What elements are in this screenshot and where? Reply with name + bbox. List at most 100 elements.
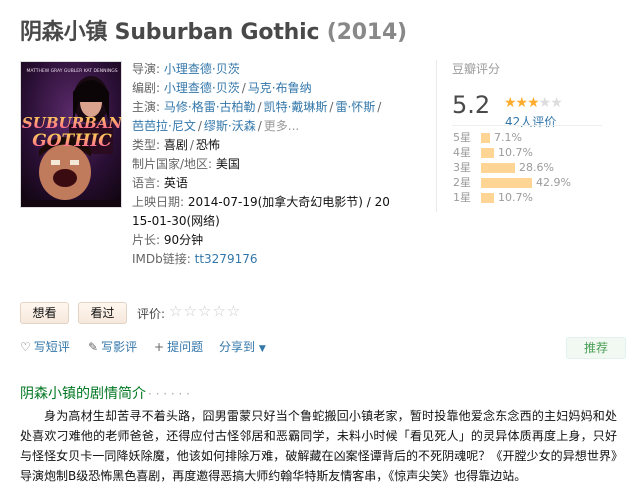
- imdb-link[interactable]: tt3279176: [195, 252, 258, 266]
- runtime-row: 片长: 90分钟: [132, 231, 432, 250]
- poster-title-1: SUBURBAN: [22, 114, 122, 132]
- rate-stars-input[interactable]: ☆☆☆☆☆: [169, 302, 241, 320]
- writer-row: 编剧: 小理查德·贝茨 / 马克·布鲁纳: [132, 81, 312, 95]
- rating-bar-percent: 28.6%: [519, 161, 554, 174]
- ask-question[interactable]: + 提问题: [154, 338, 203, 355]
- genre-value: 恐怖: [195, 138, 220, 152]
- star-filled-icon: ★★★: [504, 95, 540, 111]
- rating-bar-fill: [481, 133, 490, 143]
- genre-label: 类型:: [132, 138, 161, 152]
- cast-link[interactable]: 马修·格雷·古柏勒: [164, 100, 256, 114]
- rating-bar-percent: 7.1%: [494, 131, 522, 144]
- release-date: 15-01-30(网络): [132, 214, 220, 228]
- rating-bar-percent: 10.7%: [498, 191, 533, 204]
- plus-icon: +: [154, 340, 165, 354]
- release-date: 2014-07-19(加拿大奇幻电影节): [187, 195, 363, 209]
- rating-panel: 豆瓣评分 5.2 ★★★★★ 42人评价 5星 7.1% 4星 10.7% 3星 28.6…: [436, 60, 616, 212]
- recommend-button[interactable]: 推荐: [566, 337, 626, 359]
- country-label: 制片国家/地区:: [132, 157, 213, 171]
- pencil-icon: ✎: [88, 340, 99, 354]
- action-bar: ♡ 写短评 ✎ 写影评 + 提问题 分享到 ▼ 推荐: [20, 337, 626, 359]
- star-empty-icon: ★★: [538, 95, 563, 111]
- rating-bar-label: 3星: [453, 161, 471, 174]
- country-row: 制片国家/地区: 美国: [132, 155, 432, 174]
- director-link[interactable]: 小理查德·贝茨: [164, 62, 240, 76]
- movie-title-en: Suburban Gothic: [114, 20, 320, 45]
- movie-title-cn: 阴森小镇: [20, 20, 108, 45]
- summary-heading-text: 阴森小镇的剧情简介: [20, 386, 146, 402]
- rating-bar-row: 5星 7.1%: [452, 130, 622, 145]
- runtime-label: 片长:: [132, 233, 161, 247]
- heading-dots: · · · · · ·: [148, 387, 190, 401]
- movie-year: (2014): [326, 20, 407, 45]
- ask-question-label: 提问题: [167, 340, 204, 354]
- rating-stars: ★★★★★: [504, 95, 563, 111]
- imdb-label: IMDb链接:: [132, 252, 191, 266]
- imdb-row: IMDb链接: tt3279176: [132, 250, 432, 269]
- movie-title: 阴森小镇 Suburban Gothic (2014): [20, 14, 407, 46]
- rating-bar-fill: [481, 193, 494, 203]
- release-label: 上映日期:: [132, 195, 185, 209]
- rating-bar-fill: [481, 163, 515, 173]
- cast-link[interactable]: 凯特·戴琳斯: [264, 100, 328, 114]
- rating-score: 5.2: [452, 91, 491, 119]
- rate-label: 评价:: [137, 307, 166, 321]
- movie-info: 导演: 小理查德·贝茨 编剧: 小理查德·贝茨 / 马克·布鲁纳 主演: 马修·格雷…: [132, 60, 432, 269]
- country-value: 美国: [215, 157, 240, 171]
- divider: [452, 125, 602, 126]
- language-label: 语言:: [132, 176, 161, 190]
- more-cast-link[interactable]: 更多...: [264, 119, 299, 133]
- rating-bar-row: 4星 10.7%: [452, 145, 622, 160]
- write-review-label: 写影评: [101, 340, 138, 354]
- write-short-review[interactable]: ♡ 写短评: [20, 338, 70, 355]
- cast-link[interactable]: 雷·怀斯: [335, 100, 375, 114]
- rating-distribution: 5星 7.1% 4星 10.7% 3星 28.6% 2星 42.9% 1星 10.7%: [452, 130, 622, 205]
- summary-heading: 阴森小镇的剧情简介 · · · · · ·: [20, 383, 190, 403]
- cast-label: 主演: [132, 100, 157, 114]
- plot-summary: 身为高材生却苦寻不着头路，囧男雷蒙只好当个鲁蛇搬回小镇老家，暂时投靠他爱念东念西…: [20, 409, 617, 483]
- chevron-down-icon: ▼: [258, 344, 266, 354]
- poster-names: MATTHEW GRAY GUBLER KAT DENNINGS: [26, 68, 117, 74]
- writer-link[interactable]: 小理查德·贝茨: [164, 81, 240, 95]
- votes-link[interactable]: 42人评价: [505, 113, 556, 130]
- director-label: 导演: [132, 62, 157, 76]
- poster-image: MATTHEW GRAY GUBLER KAT DENNINGS SUBURBA…: [21, 62, 122, 207]
- write-review[interactable]: ✎ 写影评: [88, 338, 137, 355]
- cast-row: 主演: 马修·格雷·古柏勒 / 凯特·戴琳斯 / 雷·怀斯 /: [132, 100, 382, 114]
- rating-bar-row: 3星 28.6%: [452, 160, 622, 175]
- genre-row: 类型: 喜剧 / 恐怖: [132, 138, 220, 152]
- release-sep: / 20: [362, 195, 390, 209]
- genre-value: 喜剧: [163, 138, 188, 152]
- cast-link[interactable]: 芭芭拉·尼文: [132, 119, 196, 133]
- rating-bar-label: 5星: [453, 131, 471, 144]
- want-button[interactable]: 想看: [20, 302, 69, 324]
- share-label: 分享到: [219, 340, 256, 354]
- rating-bar-fill: [481, 178, 532, 188]
- rating-title: 豆瓣评分: [452, 62, 501, 76]
- rating-bar-row: 1星 10.7%: [452, 190, 622, 205]
- rating-bar-percent: 10.7%: [498, 146, 533, 159]
- rating-bar-row: 2星 42.9%: [452, 175, 622, 190]
- cast-row-2: 芭芭拉·尼文 / 缪斯·沃森 / 更多...: [132, 119, 300, 133]
- comment-icon: ♡: [20, 340, 31, 354]
- language-value: 英语: [163, 176, 188, 190]
- movie-poster[interactable]: MATTHEW GRAY GUBLER KAT DENNINGS SUBURBA…: [20, 61, 122, 208]
- seen-button[interactable]: 看过: [78, 302, 127, 324]
- cast-link[interactable]: 缪斯·沃森: [204, 119, 256, 133]
- release-row-2: 15-01-30(网络): [132, 212, 432, 231]
- rating-bar-fill: [481, 148, 494, 158]
- poster-title-2: GOTHIC: [32, 131, 112, 151]
- rating-bar-label: 2星: [453, 176, 471, 189]
- write-short-review-label: 写短评: [33, 340, 70, 354]
- rating-bar-label: 1星: [453, 191, 471, 204]
- director-row: 导演: 小理查德·贝茨: [132, 62, 240, 76]
- writer-label: 编剧: [132, 81, 157, 95]
- share-dropdown[interactable]: 分享到 ▼: [219, 338, 266, 355]
- rating-summary: 5.2 ★★★★★ 42人评价: [452, 91, 616, 129]
- writer-link[interactable]: 马克·布鲁纳: [248, 81, 312, 95]
- runtime-value: 90分钟: [163, 233, 204, 247]
- rating-bar-label: 4星: [453, 146, 471, 159]
- rating-bar-percent: 42.9%: [536, 176, 571, 189]
- language-row: 语言: 英语: [132, 174, 432, 193]
- release-row: 上映日期: 2014-07-19(加拿大奇幻电影节) / 20: [132, 193, 432, 212]
